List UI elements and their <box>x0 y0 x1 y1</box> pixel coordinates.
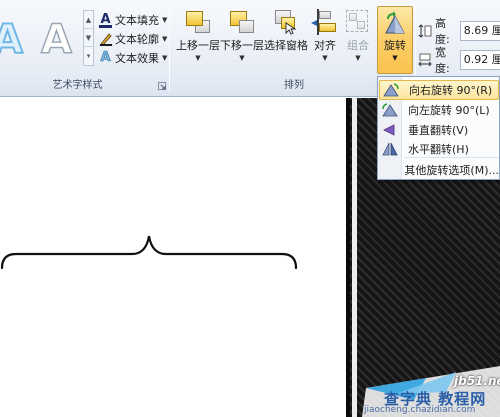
chevron-down-icon: ▼ <box>239 54 245 62</box>
bring-forward-button[interactable]: 上移一层 ▼ <box>174 6 222 78</box>
text-effects-button[interactable]: A 文本效果 ▼ <box>99 49 167 67</box>
group-icon <box>343 8 373 36</box>
height-row: 高度: 8.69 厘 <box>418 17 500 46</box>
gallery-more-icon[interactable]: ▾ <box>84 47 93 65</box>
chevron-down-icon: ▼ <box>392 54 398 62</box>
chevron-down-icon: ▼ <box>162 54 168 62</box>
menu-separator <box>404 157 499 158</box>
menu-item-rotate-left[interactable]: 向左旋转 90°(L) <box>379 100 499 120</box>
rotate-right-icon <box>381 82 403 98</box>
menu-item-flip-vertical[interactable]: 垂直翻转(V) <box>379 120 499 140</box>
text-outline-label: 文本轮廓 <box>115 33 159 46</box>
selection-pane-icon <box>271 8 301 36</box>
selection-pane-label: 选择窗格 <box>264 39 308 52</box>
flip-vertical-icon <box>380 122 402 138</box>
chevron-down-icon: ▼ <box>162 16 168 24</box>
text-fill-button[interactable]: A 文本填充 ▼ <box>99 11 167 29</box>
align-button[interactable]: 对齐 ▼ <box>311 6 339 78</box>
wordart-group-label: 艺术字样式 <box>52 80 103 91</box>
send-backward-button[interactable]: 下移一层 ▼ <box>218 6 266 78</box>
text-outline-icon <box>99 32 112 47</box>
text-effects-icon: A <box>100 49 111 65</box>
width-icon <box>418 53 432 67</box>
text-fill-icon: A <box>99 11 112 28</box>
menu-item-label: 其他旋转选项(M)... <box>404 164 499 177</box>
gallery-up-icon[interactable]: ▲ <box>84 11 93 29</box>
rotate-button[interactable]: 旋转 ▼ <box>377 6 413 74</box>
align-label: 对齐 <box>314 39 336 52</box>
height-input[interactable]: 8.69 厘 <box>459 21 500 41</box>
bring-forward-icon <box>183 8 213 36</box>
text-effects-label: 文本效果 <box>115 52 159 65</box>
text-outline-button[interactable]: 文本轮廓 ▼ <box>99 30 167 48</box>
send-backward-icon <box>227 8 257 36</box>
menu-item-label: 向左旋转 90°(L) <box>408 104 490 117</box>
width-label: 宽度: <box>435 46 450 75</box>
watermark-site: jb51.net <box>454 374 500 388</box>
align-icon <box>311 8 341 36</box>
width-row: 宽度: 0.92 厘 <box>418 46 500 75</box>
curly-brace-shape[interactable] <box>0 232 300 272</box>
text-fill-label: 文本填充 <box>115 14 159 27</box>
menu-item-label: 水平翻转(H) <box>408 143 469 156</box>
dialog-launcher-icon[interactable] <box>158 82 166 90</box>
image-edge <box>346 98 350 417</box>
wordart-style-outline[interactable]: A <box>40 16 72 64</box>
chevron-down-icon: ▼ <box>162 35 168 43</box>
rotate-label: 旋转 <box>384 39 406 52</box>
height-icon <box>418 24 432 38</box>
chevron-down-icon: ▼ <box>322 54 328 62</box>
gallery-down-icon[interactable]: ▼ <box>84 29 93 47</box>
menu-item-rotate-right[interactable]: 向右旋转 90°(R) <box>379 80 499 100</box>
wordart-gallery-scroll[interactable]: ▲ ▼ ▾ <box>83 10 94 66</box>
menu-item-more-rotation-options[interactable]: 其他旋转选项(M)... <box>379 160 499 180</box>
flip-horizontal-icon <box>380 141 402 157</box>
menu-item-label: 向右旋转 90°(R) <box>409 84 493 97</box>
rotate-dropdown-menu: 向右旋转 90°(R) 向左旋转 90°(L) 垂直翻转(V) 水平翻转(H) … <box>377 76 500 180</box>
chevron-down-icon: ▼ <box>355 54 361 62</box>
blank-icon <box>380 162 398 178</box>
chevron-down-icon: ▼ <box>195 54 201 62</box>
group-button[interactable]: 组合 ▼ <box>343 6 373 78</box>
group-separator <box>169 4 170 92</box>
height-label: 高度: <box>435 17 450 46</box>
bring-forward-label: 上移一层 <box>176 39 220 52</box>
send-backward-label: 下移一层 <box>220 39 264 52</box>
rotate-icon <box>382 11 408 37</box>
menu-item-flip-horizontal[interactable]: 水平翻转(H) <box>379 139 499 159</box>
width-input[interactable]: 0.92 厘 <box>459 50 500 70</box>
rotate-left-icon <box>380 102 402 118</box>
selection-pane-button[interactable]: 选择窗格 <box>263 6 309 78</box>
wordart-style-filled[interactable]: A <box>0 16 24 64</box>
group-label: 组合 <box>347 39 369 52</box>
watermark-url: jiaocheng.chazidian.com <box>364 405 476 415</box>
menu-item-label: 垂直翻转(V) <box>408 124 469 137</box>
